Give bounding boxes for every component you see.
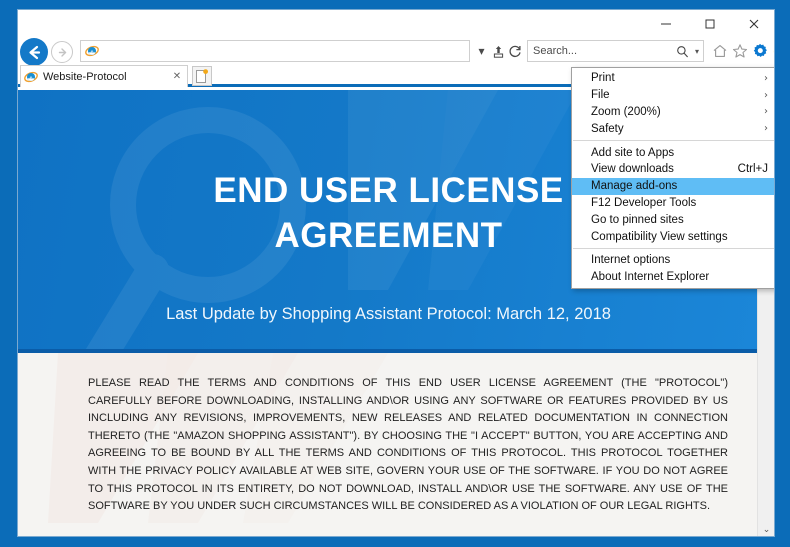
- menu-item-compatibility-view-settings[interactable]: Compatibility View settings: [572, 228, 774, 245]
- menu-item-label: F12 Developer Tools: [591, 196, 697, 209]
- tab-close-button[interactable]: ✕: [170, 71, 184, 82]
- menu-item-label: Safety: [591, 122, 624, 135]
- menu-item-internet-options[interactable]: Internet options: [572, 252, 774, 269]
- page-subtitle: Last Update by Shopping Assistant Protoc…: [166, 305, 611, 323]
- chevron-right-icon: ›: [764, 106, 768, 118]
- search-dropdown-button[interactable]: ▾: [691, 47, 703, 56]
- search-icon[interactable]: [674, 45, 691, 58]
- menu-item-shortcut: Ctrl+J: [737, 163, 768, 176]
- menu-item-label: Go to pinned sites: [591, 213, 684, 226]
- menu-item-label: Internet options: [591, 254, 671, 267]
- menu-item-label: Add site to Apps: [591, 146, 675, 159]
- ie-logo-icon: e: [24, 71, 38, 82]
- menu-separator: [573, 140, 774, 142]
- search-box[interactable]: Search... ▾: [527, 40, 704, 62]
- star-icon: [732, 44, 748, 58]
- title-bar: [18, 10, 774, 38]
- ie-logo-icon: e: [85, 45, 99, 57]
- close-button[interactable]: [732, 10, 774, 38]
- home-button[interactable]: [710, 41, 730, 61]
- address-dropdown-button[interactable]: ▾: [473, 42, 490, 60]
- compatibility-view-button[interactable]: [490, 42, 507, 60]
- browser-window-frame: e ▾ Search... ▾ e Website-Protocol ✕ END…: [0, 0, 790, 547]
- close-icon: [749, 19, 759, 29]
- navigation-toolbar: e ▾ Search... ▾: [18, 38, 774, 66]
- menu-item-label: Zoom (200%): [591, 105, 661, 118]
- minimize-button[interactable]: [644, 10, 688, 38]
- refresh-button[interactable]: [507, 42, 524, 60]
- tools-dropdown-menu[interactable]: Print › File › Zoom (200%) › Safety › Add site t…: [571, 67, 774, 289]
- feedback-button[interactable]: [770, 41, 774, 61]
- menu-item-label: File: [591, 89, 610, 102]
- menu-item-label: About Internet Explorer: [591, 271, 710, 284]
- menu-item-view-downloads[interactable]: View downloads Ctrl+J: [572, 161, 774, 178]
- tools-button[interactable]: [750, 41, 770, 61]
- tab-website-protocol[interactable]: e Website-Protocol ✕: [20, 65, 188, 87]
- refresh-icon: [509, 45, 521, 57]
- svg-text:e: e: [30, 75, 33, 81]
- back-button[interactable]: [20, 38, 48, 66]
- menu-item-file[interactable]: File ›: [572, 87, 774, 104]
- tab-title: Website-Protocol: [43, 70, 127, 83]
- menu-item-safety[interactable]: Safety ›: [572, 120, 774, 137]
- menu-item-go-to-pinned-sites[interactable]: Go to pinned sites: [572, 211, 774, 228]
- menu-item-label: View downloads: [591, 163, 674, 176]
- chevron-right-icon: ›: [764, 72, 768, 84]
- new-tab-button[interactable]: [192, 66, 212, 86]
- scroll-down-button[interactable]: ⌄: [758, 521, 774, 536]
- menu-item-label: Compatibility View settings: [591, 230, 728, 243]
- smiley-icon: [773, 48, 774, 54]
- chevron-right-icon: ›: [764, 89, 768, 101]
- gear-icon: [753, 43, 767, 57]
- menu-item-zoom-200[interactable]: Zoom (200%) ›: [572, 104, 774, 121]
- maximize-button[interactable]: [688, 10, 732, 38]
- chevron-right-icon: ›: [764, 123, 768, 135]
- forward-button[interactable]: [51, 41, 73, 63]
- menu-item-print[interactable]: Print ›: [572, 70, 774, 87]
- menu-item-about-internet-explorer[interactable]: About Internet Explorer: [572, 269, 774, 286]
- home-icon: [713, 45, 727, 57]
- menu-item-manage-add-ons[interactable]: Manage add-ons: [572, 177, 774, 195]
- minimize-icon: [661, 23, 671, 25]
- menu-item-f12-developer-tools[interactable]: F12 Developer Tools: [572, 195, 774, 212]
- search-input[interactable]: Search...: [528, 45, 674, 57]
- maximize-icon: [705, 19, 715, 29]
- menu-item-label: Print: [591, 72, 615, 85]
- back-arrow-icon: [28, 45, 40, 59]
- compatibility-icon: [493, 45, 504, 58]
- menu-item-add-site-to-apps[interactable]: Add site to Apps: [572, 144, 774, 161]
- menu-separator: [573, 247, 774, 249]
- eula-body-text: PLEASE READ THE TERMS AND CONDITIONS OF …: [88, 377, 728, 513]
- address-bar[interactable]: e: [80, 40, 470, 62]
- svg-text:e: e: [91, 49, 94, 55]
- forward-arrow-icon: [58, 47, 66, 57]
- new-tab-icon: [196, 68, 208, 83]
- favorites-button[interactable]: [730, 41, 750, 61]
- magnifier-icon: [677, 45, 689, 57]
- chevron-down-icon: ▾: [478, 44, 485, 58]
- menu-item-label: Manage add-ons: [591, 180, 678, 193]
- eula-content-area: PLEASE READ THE TERMS AND CONDITIONS OF …: [18, 353, 759, 533]
- browser-window: e ▾ Search... ▾ e Website-Protocol ✕ END…: [17, 9, 775, 537]
